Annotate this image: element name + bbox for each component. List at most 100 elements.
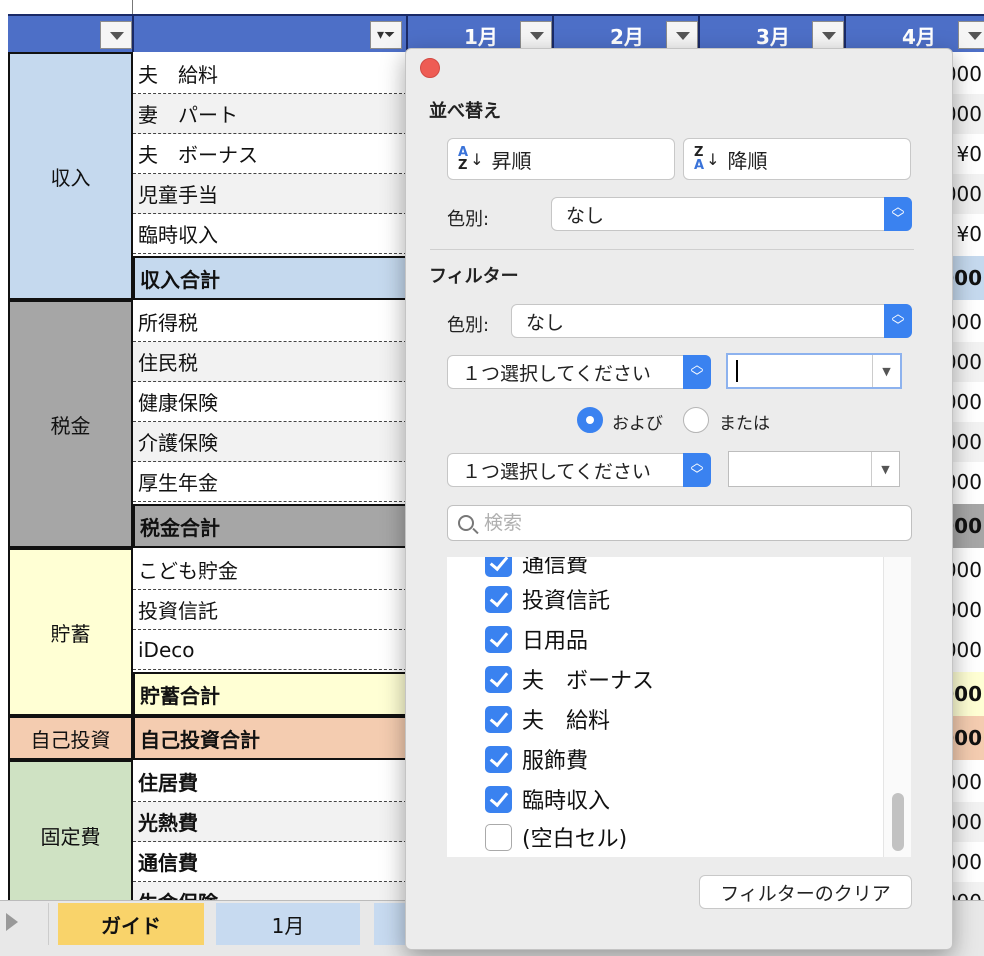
row-label[interactable]: 生命保険 bbox=[133, 882, 407, 900]
filter-dropdown-button[interactable] bbox=[812, 21, 844, 49]
search-field[interactable] bbox=[447, 505, 912, 541]
row-total-label[interactable]: 自己投資合計 bbox=[133, 716, 407, 760]
section-divider bbox=[430, 249, 914, 250]
row-label[interactable]: 臨時収入 bbox=[133, 214, 407, 254]
chevron-down-icon[interactable]: ▼ bbox=[871, 452, 899, 486]
row-label[interactable]: 住民税 bbox=[133, 342, 407, 382]
sort-ascending-icon: A Z ↓ bbox=[458, 145, 484, 173]
select-stepper-icon: ︿ ﹀ bbox=[884, 197, 912, 231]
column-guide-line bbox=[132, 0, 133, 14]
checkbox[interactable] bbox=[485, 705, 512, 733]
condition-2-select[interactable]: １つ選択してください ︿ ﹀ bbox=[447, 453, 711, 487]
list-item-label: 臨時収入 bbox=[522, 789, 611, 814]
or-radio[interactable] bbox=[683, 407, 709, 433]
row-label[interactable]: 児童手当 bbox=[133, 174, 407, 214]
row-label[interactable]: 住居費 bbox=[133, 762, 407, 802]
filter-color-select[interactable]: なし ︿ ﹀ bbox=[511, 304, 912, 338]
header-month-3: 3月 bbox=[700, 14, 846, 52]
sort-color-select[interactable]: なし ︿ ﹀ bbox=[551, 197, 912, 231]
list-item[interactable]: 服飾費 bbox=[485, 739, 588, 779]
row-label[interactable]: こども貯金 bbox=[133, 550, 407, 590]
list-item-label: (空白セル) bbox=[522, 827, 628, 852]
row-label[interactable]: 所得税 bbox=[133, 302, 407, 342]
condition-1-select[interactable]: １つ選択してください ︿ ﹀ bbox=[447, 355, 711, 389]
tab-january[interactable]: 1月 bbox=[216, 903, 360, 945]
month-label: 3月 bbox=[756, 25, 790, 49]
row-label[interactable]: iDeco bbox=[133, 630, 407, 670]
list-item[interactable]: 投資信託 bbox=[485, 579, 610, 619]
header-item-column: ▾⏷ bbox=[134, 14, 408, 52]
checkbox[interactable] bbox=[485, 823, 512, 851]
filter-popover: 並べ替え A Z ↓ 昇順 Z A ↓ 降順 色別: なし ︿ ﹀ フィルター 色別: な… bbox=[405, 48, 953, 950]
filter-dropdown-button[interactable] bbox=[100, 21, 132, 49]
row-total-label[interactable]: 貯蓄合計 bbox=[133, 672, 407, 716]
close-button[interactable] bbox=[420, 58, 440, 78]
active-filter-button[interactable]: ▾⏷ bbox=[370, 21, 402, 49]
header-group-column bbox=[8, 14, 134, 52]
condition-1-value-input[interactable]: ▼ bbox=[726, 353, 902, 389]
row-label[interactable]: 夫 ボーナス bbox=[133, 134, 407, 174]
row-label[interactable]: 健康保険 bbox=[133, 382, 407, 422]
list-item-label: 通信費 bbox=[522, 557, 589, 578]
group-savings[interactable]: 貯蓄 bbox=[8, 548, 133, 716]
filter-color-label: 色別: bbox=[447, 315, 490, 336]
filter-dropdown-button[interactable] bbox=[666, 21, 698, 49]
row-total-label[interactable]: 収入合計 bbox=[133, 256, 407, 300]
chevron-down-icon[interactable]: ▼ bbox=[872, 355, 900, 387]
group-income[interactable]: 収入 bbox=[8, 52, 133, 300]
text-caret bbox=[736, 360, 738, 382]
row-total-label[interactable]: 税金合計 bbox=[133, 504, 407, 548]
filter-funnel-icon: ▾⏷ bbox=[377, 27, 396, 43]
row-label[interactable]: 妻 パート bbox=[133, 94, 407, 134]
search-icon bbox=[458, 515, 474, 531]
clear-filter-button[interactable]: フィルターのクリア bbox=[699, 875, 912, 909]
row-label[interactable]: 投資信託 bbox=[133, 590, 407, 630]
list-item-label: 日用品 bbox=[522, 629, 589, 654]
scrollbar-thumb[interactable] bbox=[892, 793, 904, 851]
sort-descending-button[interactable]: Z A ↓ 降順 bbox=[683, 138, 911, 180]
list-item[interactable]: 夫 ボーナス bbox=[485, 659, 654, 699]
header-month-4: 4月 bbox=[846, 14, 984, 52]
checkbox[interactable] bbox=[485, 585, 512, 613]
row-label[interactable]: 通信費 bbox=[133, 842, 407, 882]
sort-ascending-button[interactable]: A Z ↓ 昇順 bbox=[447, 138, 675, 180]
list-item-label: 服飾費 bbox=[522, 749, 589, 774]
checkbox[interactable] bbox=[485, 625, 512, 653]
search-input[interactable] bbox=[484, 512, 884, 534]
group-self-investment[interactable]: 自己投資 bbox=[8, 716, 133, 760]
tab-guide[interactable]: ガイド bbox=[58, 903, 204, 945]
sort-descending-icon: Z A ↓ bbox=[694, 145, 720, 173]
scroll-tabs-left-icon[interactable] bbox=[6, 913, 18, 931]
list-scrollbar[interactable] bbox=[883, 557, 911, 857]
condition-2-value: １つ選択してください bbox=[462, 460, 651, 483]
checkbox[interactable] bbox=[485, 785, 512, 813]
filter-section-title: フィルター bbox=[429, 266, 519, 287]
select-stepper-icon: ︿ ﹀ bbox=[683, 355, 711, 389]
checkbox[interactable] bbox=[485, 557, 512, 577]
list-item[interactable]: 夫 給料 bbox=[485, 699, 610, 739]
filter-dropdown-button[interactable] bbox=[520, 21, 552, 49]
header-month-1: 1月 bbox=[408, 14, 554, 52]
checkbox[interactable] bbox=[485, 665, 512, 693]
filter-dropdown-button[interactable] bbox=[958, 21, 984, 49]
condition-2-value-input[interactable]: ▼ bbox=[728, 451, 900, 487]
row-label[interactable]: 光熱費 bbox=[133, 802, 407, 842]
and-label: および bbox=[612, 414, 663, 434]
list-item-label: 夫 ボーナス bbox=[522, 669, 655, 694]
list-item[interactable]: 臨時収入 bbox=[485, 779, 610, 819]
or-label: または bbox=[719, 414, 770, 434]
row-label[interactable]: 夫 給料 bbox=[133, 54, 407, 94]
sort-descending-label: 降順 bbox=[727, 148, 768, 173]
group-tax[interactable]: 税金 bbox=[8, 300, 133, 548]
checkbox[interactable] bbox=[485, 745, 512, 773]
list-item[interactable]: 日用品 bbox=[485, 619, 588, 659]
list-item[interactable]: (空白セル) bbox=[485, 817, 627, 857]
filter-value-list: 通信費 投資信託 日用品 夫 ボーナス 夫 給料 服飾費 臨時収入 (空白セル) bbox=[447, 557, 911, 857]
row-label[interactable]: 介護保険 bbox=[133, 422, 407, 462]
row-label[interactable]: 厚生年金 bbox=[133, 462, 407, 502]
sort-color-value: なし bbox=[566, 204, 605, 227]
header-month-2: 2月 bbox=[554, 14, 700, 52]
list-item-label: 夫 給料 bbox=[522, 709, 611, 734]
and-radio[interactable] bbox=[577, 407, 603, 433]
group-fixed-cost[interactable]: 固定費 bbox=[8, 760, 133, 900]
